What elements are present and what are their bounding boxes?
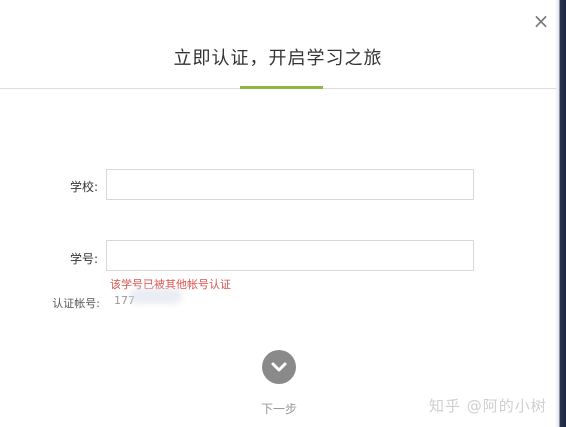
watermark: 知乎 @阿的小树: [429, 397, 547, 415]
next-step-button[interactable]: [262, 350, 296, 384]
close-icon[interactable]: ×: [532, 11, 550, 31]
next-step-label[interactable]: 下一步: [250, 400, 308, 417]
verification-modal: × 立即认证，开启学习之旅 学校: 学号: 该学号已被其他帐号认证 认证帐号: …: [0, 0, 566, 427]
student-id-label: 学号:: [69, 252, 98, 266]
school-input[interactable]: [106, 169, 474, 200]
redacted-blur: [130, 288, 182, 304]
header-accent-bar: [240, 86, 323, 89]
background-page-edge: [556, 0, 566, 427]
student-id-input[interactable]: [106, 240, 474, 271]
account-label: 认证帐号:: [52, 297, 100, 310]
school-label: 学校:: [69, 180, 98, 194]
chevron-down-icon: [271, 362, 287, 372]
modal-title: 立即认证，开启学习之旅: [173, 48, 383, 69]
